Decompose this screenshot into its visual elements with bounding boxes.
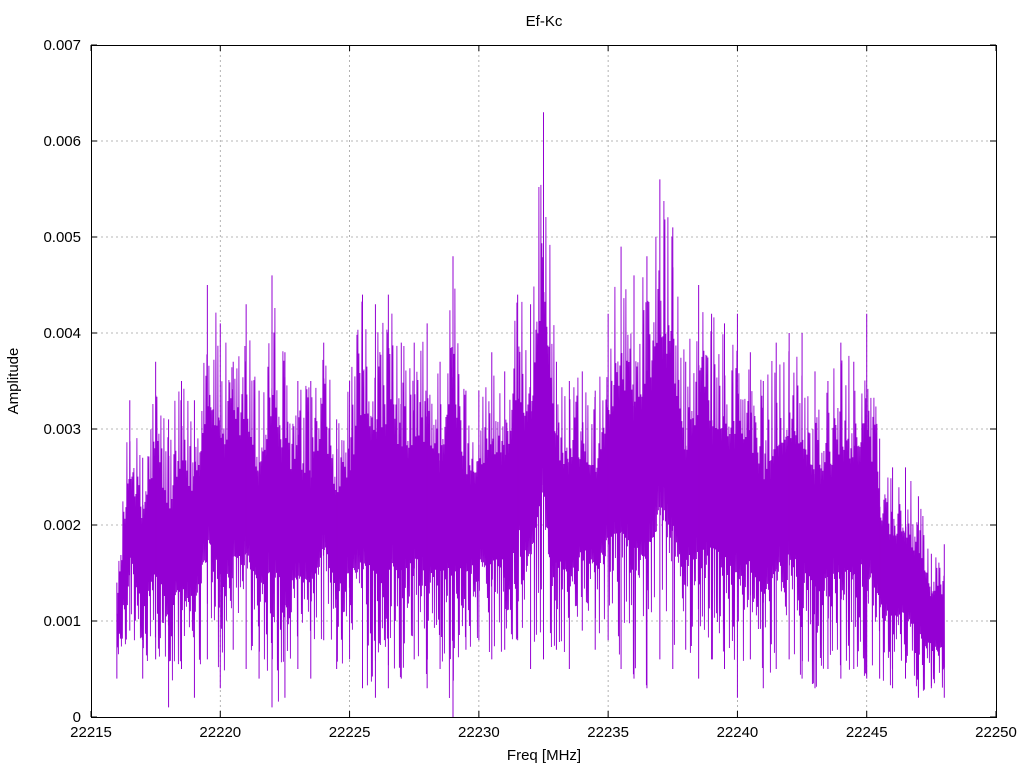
x-tick-label: 22235 <box>587 724 629 741</box>
x-tick-label: 22240 <box>717 724 759 741</box>
y-tick-label: 0.005 <box>43 229 81 246</box>
spectrum-chart: 22215 22220 22225 22230 22235 22240 22245 22250… <box>0 0 1024 768</box>
x-tick-label: 22225 <box>329 724 371 741</box>
x-tick-label: 22215 <box>70 724 112 741</box>
x-tick-label: 22250 <box>975 724 1017 741</box>
y-tick-label: 0.003 <box>43 421 81 438</box>
y-tick-label: 0.002 <box>43 517 81 534</box>
y-tick-label: 0.007 <box>43 37 81 54</box>
x-tick-label: 22220 <box>199 724 241 741</box>
x-axis-label: Freq [MHz] <box>507 747 581 764</box>
chart-background <box>0 0 1024 768</box>
y-tick-label: 0.001 <box>43 613 81 630</box>
y-tick-label: 0.006 <box>43 133 81 150</box>
y-tick-label: 0.004 <box>43 325 81 342</box>
y-axis-label: Amplitude <box>5 348 22 415</box>
chart-title: Ef-Kc <box>526 13 563 30</box>
x-tick-label: 22230 <box>458 724 500 741</box>
x-tick-label: 22245 <box>846 724 888 741</box>
y-tick-label: 0 <box>73 709 81 726</box>
